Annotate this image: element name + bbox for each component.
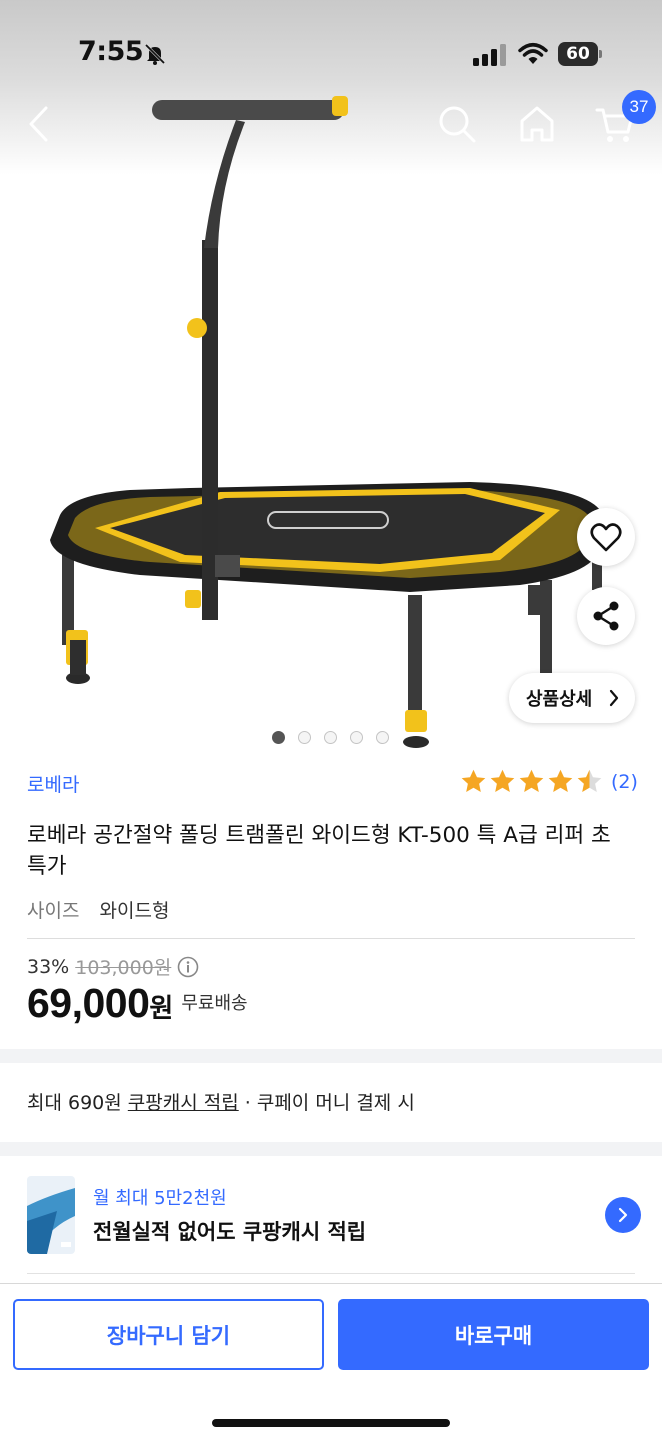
product-detail-label: 상품상세 [526,689,593,710]
card-promo-banner[interactable]: 월 최대 5만2천원 전월실적 없어도 쿠팡캐시 적립 [0,1156,662,1276]
section-separator [0,1142,662,1156]
chevron-right-icon [609,689,619,707]
section-separator [0,1049,662,1063]
star-icon [461,769,486,792]
card-image [27,1176,75,1254]
cashback-link[interactable]: 쿠팡캐시 적립 [128,1092,239,1114]
home-icon [520,106,554,142]
share-button[interactable] [577,587,635,645]
buy-now-button[interactable]: 바로구매 [338,1299,649,1370]
back-icon [29,106,48,142]
wishlist-button[interactable] [577,508,635,566]
original-price: 103,000원 [75,957,172,979]
pagination-dot[interactable] [324,731,337,744]
review-count: (2) [611,770,638,793]
sale-price-row: 69,000 원 무료배송 [27,980,248,1027]
product-image-trampoline [50,96,602,748]
gallery-pagination [272,731,389,744]
home-button[interactable] [514,101,560,147]
product-image-gallery[interactable]: 7:55 60 37 상품상세 [0,0,662,758]
shipping-info: 무료배송 [181,993,248,1014]
home-indicator [212,1419,450,1427]
sale-price: 69,000 [27,980,150,1026]
pagination-dot[interactable] [376,731,389,744]
chevron-right-icon [618,1207,628,1223]
product-title: 로베라 공간절약 폴딩 트램폴린 와이드형 KT-500 특 A급 리퍼 초특가 [27,823,611,879]
battery-icon: 60 [558,42,602,66]
star-icon [577,769,602,792]
wifi-icon [518,43,548,64]
pagination-dot[interactable] [272,731,285,744]
cellular-signal-icon [473,44,506,66]
share-icon [593,601,619,631]
bell-off-icon [144,43,166,65]
pagination-dot[interactable] [298,731,311,744]
cashback-info: 최대 690원 쿠팡캐시 적립 · 쿠페이 머니 결제 시 [27,1088,415,1115]
status-bar: 7:55 60 [0,0,662,100]
search-icon [439,106,476,143]
sale-price-currency: 원 [149,994,174,1024]
star-icon [490,769,515,792]
cart-count-badge: 37 [622,90,656,124]
info-icon[interactable] [177,956,199,978]
option-value: 와이드형 [99,900,170,922]
heart-icon [590,523,622,552]
star-icon [548,769,573,792]
divider [27,938,635,939]
product-detail-button[interactable]: 상품상세 [509,673,635,723]
promo-arrow-button[interactable] [605,1197,641,1233]
option-row: 사이즈 와이드형 [27,896,169,923]
original-price-row: 33% 103,000원 [27,953,199,980]
discount-rate: 33% [27,955,70,978]
rating[interactable]: (2) [460,768,638,795]
add-to-cart-button[interactable]: 장바구니 담기 [13,1299,324,1370]
cashback-prefix: 최대 690원 [27,1092,128,1114]
bottom-action-bar: 장바구니 담기 바로구매 [0,1283,662,1440]
option-label: 사이즈 [27,900,80,922]
divider [27,1273,635,1274]
battery-level: 60 [566,44,590,64]
cashback-suffix: · 쿠페이 머니 결제 시 [238,1092,415,1114]
promo-title: 전월실적 없어도 쿠팡캐시 적립 [93,1220,367,1244]
status-time: 7:55 [78,36,144,67]
pagination-dot[interactable] [350,731,363,744]
promo-subtitle: 월 최대 5만2천원 [93,1188,227,1209]
star-rating [460,768,603,795]
search-button[interactable] [434,101,480,147]
back-button[interactable] [16,101,62,147]
star-icon [519,769,544,792]
brand-link[interactable]: 로베라 [27,770,79,797]
